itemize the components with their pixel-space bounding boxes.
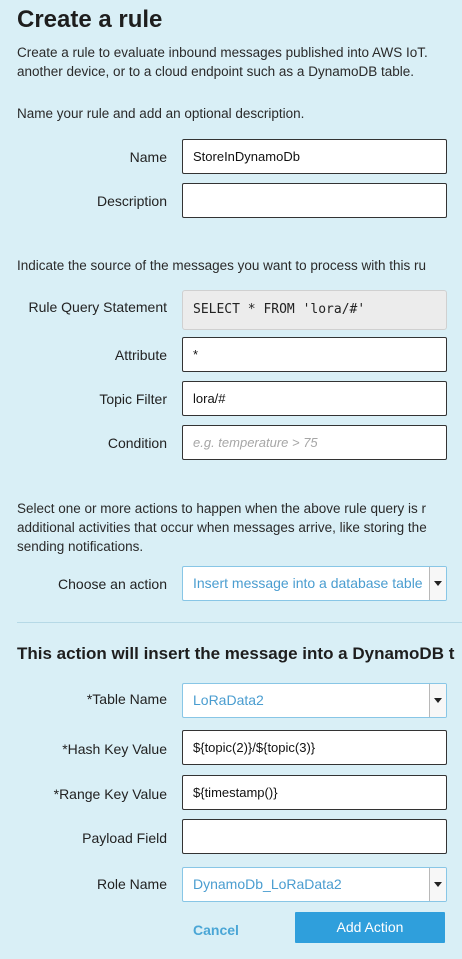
choose-action-value: Insert message into a database table	[193, 575, 423, 591]
table-name-select[interactable]: LoRaData2	[182, 683, 447, 718]
chevron-down-icon[interactable]	[429, 868, 446, 901]
topic-filter-input[interactable]: lora/#	[182, 381, 447, 416]
rule-query-label: Rule Query Statement	[28, 299, 167, 315]
condition-label: Condition	[107, 435, 167, 451]
range-key-input[interactable]: ${timestamp()}	[182, 775, 447, 810]
attribute-input[interactable]: *	[182, 337, 447, 372]
attribute-label: Attribute	[114, 347, 167, 363]
actions-prompt-line3: sending notifications.	[17, 539, 144, 554]
choose-action-label: Choose an action	[58, 576, 167, 592]
range-key-label: *Range Key Value	[53, 786, 167, 802]
hash-key-label: *Hash Key Value	[62, 741, 167, 757]
condition-input[interactable]: e.g. temperature > 75	[182, 425, 447, 460]
name-label: Name	[129, 149, 167, 165]
role-name-select[interactable]: DynamoDb_LoRaData2	[182, 867, 447, 902]
actions-prompt-line2: additional activities that occur when me…	[17, 520, 427, 535]
intro-text-line2: another device, or to a cloud endpoint s…	[17, 64, 414, 79]
cancel-button[interactable]: Cancel	[193, 922, 239, 938]
rule-query-statement: SELECT * FROM 'lora/#'	[182, 290, 447, 330]
payload-field-input[interactable]	[182, 819, 447, 854]
name-prompt: Name your rule and add an optional descr…	[17, 106, 305, 121]
hash-key-input[interactable]: ${topic(2)}/${topic(3)}	[182, 730, 447, 765]
page-title: Create a rule	[17, 6, 163, 33]
payload-field-label: Payload Field	[82, 830, 167, 846]
dynamodb-heading: This action will insert the message into…	[17, 644, 455, 663]
chevron-down-icon[interactable]	[429, 567, 446, 600]
description-label: Description	[96, 193, 167, 209]
table-name-value: LoRaData2	[193, 692, 264, 708]
chevron-down-icon[interactable]	[429, 684, 446, 717]
intro-text-line1: Create a rule to evaluate inbound messag…	[17, 45, 428, 60]
actions-prompt-line1: Select one or more actions to happen whe…	[17, 501, 426, 516]
source-prompt: Indicate the source of the messages you …	[17, 258, 426, 273]
name-input[interactable]: StoreInDynamoDb	[182, 139, 447, 174]
add-action-button[interactable]: Add Action	[295, 912, 445, 943]
topic-filter-label: Topic Filter	[99, 391, 167, 407]
role-name-value: DynamoDb_LoRaData2	[193, 876, 342, 892]
choose-action-select[interactable]: Insert message into a database table	[182, 566, 447, 601]
table-name-label: *Table Name	[86, 691, 167, 707]
section-divider	[17, 622, 462, 623]
role-name-label: Role Name	[96, 876, 167, 892]
description-input[interactable]	[182, 183, 447, 218]
